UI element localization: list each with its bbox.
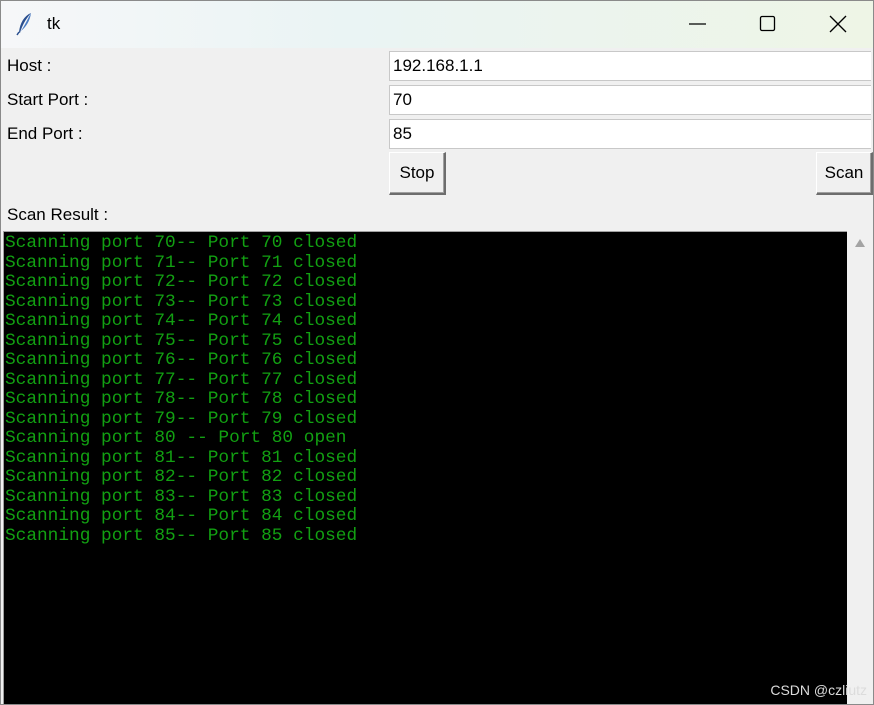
minimize-button[interactable] [663,1,733,48]
result-line: Scanning port 80 -- Port 80 open [5,428,347,448]
app-window: tk Host : 192.168.1.1 Start Port : 70 En… [0,0,874,705]
start-port-label: Start Port : [7,90,89,109]
maximize-button[interactable] [733,1,803,48]
result-line: Scanning port 84-- Port 84 closed [5,506,358,526]
result-line: Scanning port 82-- Port 82 closed [5,467,358,487]
scan-result-output[interactable]: Scanning port 70-- Port 70 closed Scannin… [3,231,847,704]
feather-icon [15,12,35,36]
title-bar[interactable]: tk [1,1,873,48]
maximize-icon [759,15,776,32]
result-line: Scanning port 78-- Port 78 closed [5,389,358,409]
result-line: Scanning port 74-- Port 74 closed [5,311,358,331]
minimize-icon [689,23,706,25]
vertical-scrollbar[interactable] [847,231,873,704]
stop-button[interactable]: Stop [389,152,446,195]
close-button[interactable] [803,1,873,48]
result-line: Scanning port 70-- Port 70 closed [5,233,358,253]
result-line: Scanning port 76-- Port 76 closed [5,350,358,370]
window-title: tk [47,14,61,33]
result-line: Scanning port 72-- Port 72 closed [5,272,358,292]
end-port-label: End Port : [7,124,83,143]
end-port-input[interactable]: 85 [389,119,871,149]
start-port-input[interactable]: 70 [389,85,871,115]
result-line: Scanning port 79-- Port 79 closed [5,408,358,429]
result-line: Scanning port 85-- Port 85 closed [5,525,358,546]
result-line: Scanning port 75-- Port 75 closed [5,330,358,351]
result-line: Scanning port 73-- Port 73 closed [5,291,358,312]
result-line: Scanning port 71-- Port 71 closed [5,252,358,273]
result-line: Scanning port 81-- Port 81 closed [5,447,358,468]
scroll-up-arrow-icon[interactable] [855,239,865,247]
scan-result-label: Scan Result : [7,205,109,224]
result-line: Scanning port 77-- Port 77 closed [5,369,358,390]
host-input[interactable]: 192.168.1.1 [389,51,871,81]
scan-button[interactable]: Scan [816,152,873,195]
close-icon [829,15,847,33]
watermark: CSDN @czliutz [770,682,867,698]
host-label: Host : [7,56,52,75]
result-line: Scanning port 83-- Port 83 closed [5,486,358,507]
